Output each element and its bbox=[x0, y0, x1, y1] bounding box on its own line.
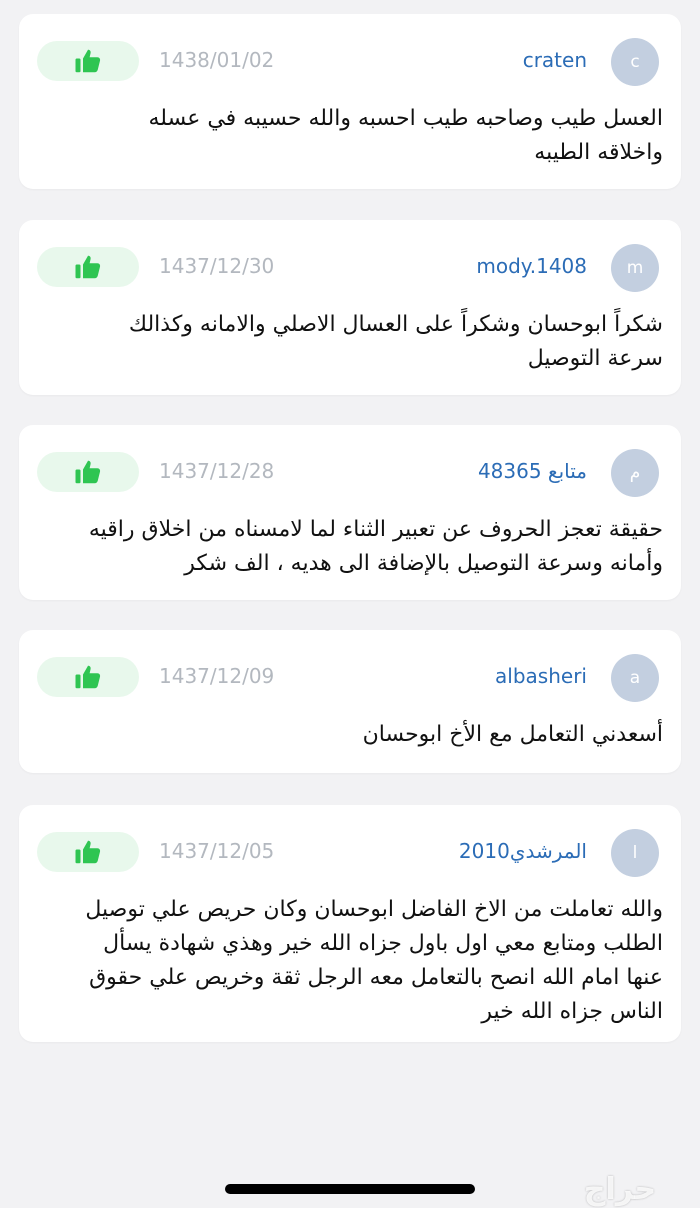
thumbs-up-icon bbox=[75, 460, 101, 484]
review-card: c craten 1438/01/02 العسل طيب وصاحبه طيب… bbox=[19, 14, 681, 189]
watermark-logo: حراج bbox=[583, 1172, 657, 1207]
review-card: m mody.1408 1437/12/30 شكراً ابوحسان وشك… bbox=[19, 220, 681, 395]
thumbs-up-icon bbox=[75, 665, 101, 689]
review-username[interactable]: albasheri bbox=[495, 664, 587, 688]
like-button[interactable] bbox=[37, 832, 139, 872]
review-date: 1437/12/30 bbox=[159, 254, 275, 278]
like-button[interactable] bbox=[37, 452, 139, 492]
review-username[interactable]: craten bbox=[523, 48, 587, 72]
review-text: شكراً ابوحسان وشكراً على العسال الاصلي و… bbox=[128, 312, 663, 371]
review-card: a albasheri 1437/12/09 أسعدني التعامل مع… bbox=[19, 630, 681, 773]
avatar[interactable]: ا bbox=[611, 829, 659, 877]
avatar[interactable]: m bbox=[611, 244, 659, 292]
review-username[interactable]: متابع 48365 bbox=[478, 459, 587, 483]
review-date: 1437/12/28 bbox=[159, 459, 275, 483]
like-button[interactable] bbox=[37, 247, 139, 287]
review-username[interactable]: المرشدي2010 bbox=[459, 839, 587, 863]
review-username[interactable]: mody.1408 bbox=[476, 254, 587, 278]
avatar-letter: م bbox=[629, 463, 641, 483]
review-date: 1437/12/09 bbox=[159, 664, 275, 688]
thumbs-up-icon bbox=[75, 840, 101, 864]
thumbs-up-icon bbox=[75, 49, 101, 73]
avatar-letter: ا bbox=[632, 843, 638, 863]
home-indicator[interactable] bbox=[225, 1184, 475, 1194]
review-date: 1437/12/05 bbox=[159, 839, 275, 863]
review-card: ا المرشدي2010 1437/12/05 والله تعاملت من… bbox=[19, 805, 681, 1042]
avatar-letter: m bbox=[626, 258, 644, 278]
review-card: م متابع 48365 1437/12/28 حقيقة تعجز الحر… bbox=[19, 425, 681, 600]
avatar[interactable]: a bbox=[611, 654, 659, 702]
review-date: 1438/01/02 bbox=[159, 48, 275, 72]
review-text: حقيقة تعجز الحروف عن تعبير الثناء لما لا… bbox=[88, 517, 663, 576]
thumbs-up-icon bbox=[75, 255, 101, 279]
avatar[interactable]: c bbox=[611, 38, 659, 86]
avatar-letter: a bbox=[629, 668, 641, 688]
review-text: العسل طيب وصاحبه طيب احسبه والله حسيبه ف… bbox=[148, 106, 663, 165]
like-button[interactable] bbox=[37, 657, 139, 697]
avatar[interactable]: م bbox=[611, 449, 659, 497]
avatar-letter: c bbox=[630, 52, 640, 72]
review-text: أسعدني التعامل مع الأخ ابوحسان bbox=[362, 722, 663, 747]
review-text: والله تعاملت من الاخ الفاضل ابوحسان وكان… bbox=[85, 897, 663, 1024]
like-button[interactable] bbox=[37, 41, 139, 81]
